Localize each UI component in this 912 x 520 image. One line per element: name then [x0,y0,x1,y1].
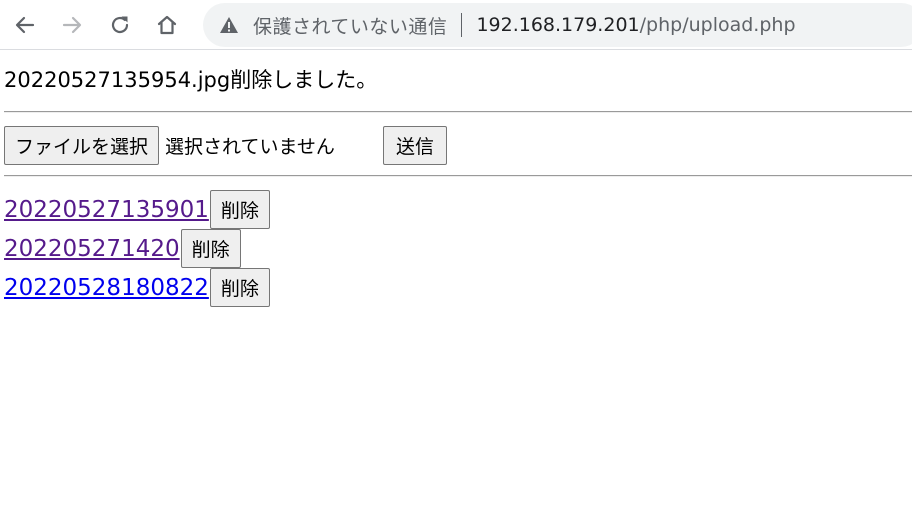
warning-icon[interactable] [219,15,239,35]
submit-button[interactable]: 送信 [383,125,448,165]
forward-button[interactable] [56,9,88,41]
reload-icon [109,14,131,36]
url-path[interactable]: /php/upload.php [640,14,796,36]
home-icon [156,14,178,36]
browser-toolbar: 保護されていない通信 192.168.179.201/php/upload.ph… [0,0,912,50]
divider-top [4,111,912,113]
delete-button[interactable]: 削除 [180,229,241,268]
url-host[interactable]: 192.168.179.201 [476,14,639,36]
choose-file-button[interactable]: ファイルを選択 [4,125,160,165]
address-divider [461,13,463,37]
file-status-text: 選択されていません [165,135,335,158]
back-button[interactable] [9,9,41,41]
forward-arrow-icon [61,14,83,36]
page-content: 20220527135954.jpg削除しました。 ファイルを選択 選択されてい… [0,65,912,307]
list-item: 202205271420 削除 [4,229,912,268]
reload-button[interactable] [104,9,136,41]
address-bar[interactable]: 保護されていない通信 192.168.179.201/php/upload.ph… [203,3,912,47]
delete-button[interactable]: 削除 [209,268,270,307]
file-list: 20220527135901 削除 202205271420 削除 202205… [4,190,912,307]
delete-button[interactable]: 削除 [209,190,270,229]
upload-form: ファイルを選択 選択されていません 送信 [4,125,912,165]
file-link[interactable]: 20220528180822 [4,273,209,303]
divider-bottom [4,175,912,177]
list-item: 20220527135901 削除 [4,190,912,229]
file-link[interactable]: 202205271420 [4,234,180,264]
file-link[interactable]: 20220527135901 [4,195,209,225]
status-message: 20220527135954.jpg削除しました。 [4,68,378,92]
security-status-text[interactable]: 保護されていない通信 [253,12,447,39]
list-item: 20220528180822 削除 [4,268,912,307]
home-button[interactable] [151,9,183,41]
back-arrow-icon [14,14,36,36]
